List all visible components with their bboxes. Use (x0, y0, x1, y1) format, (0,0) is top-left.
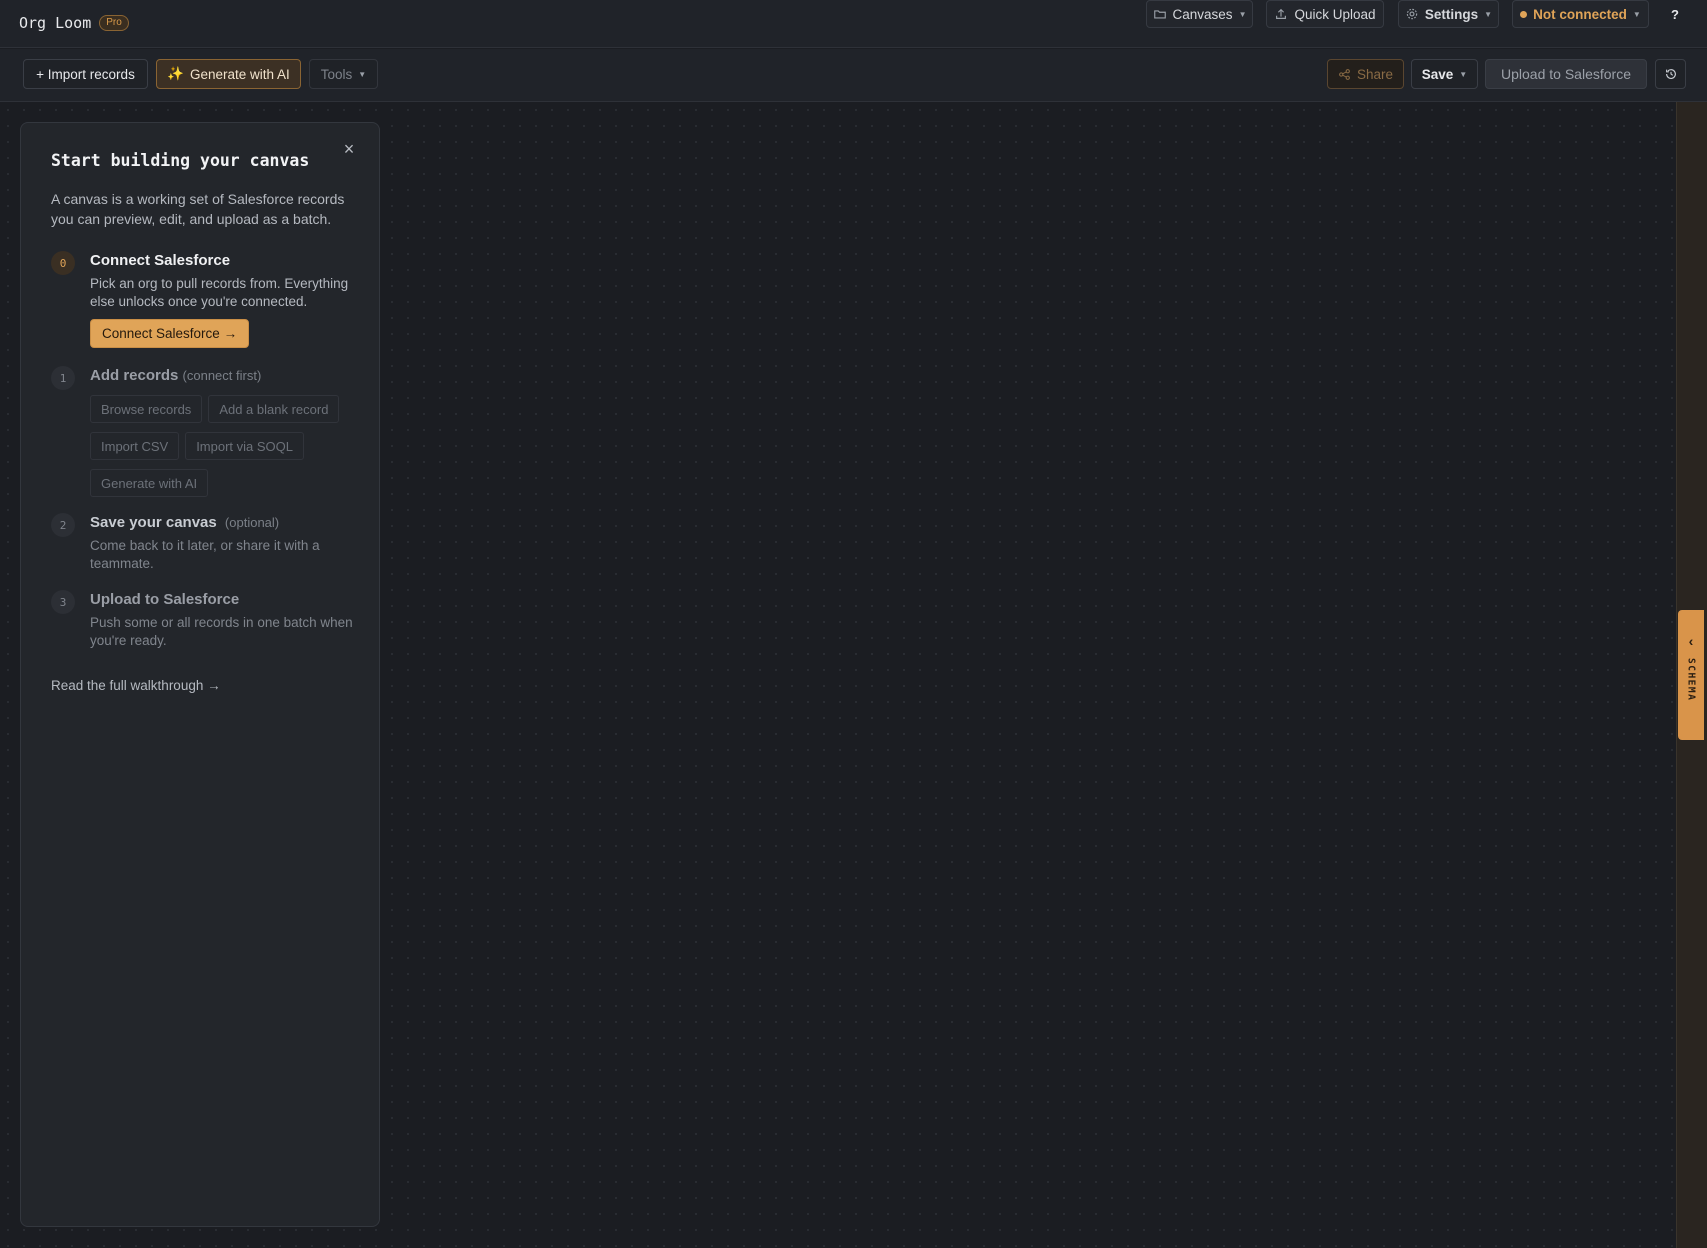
schema-label: SCHEMA (1685, 658, 1697, 702)
quick-upload-label: Quick Upload (1294, 6, 1376, 22)
brand-name: Org Loom (19, 14, 92, 32)
upload-icon (1276, 8, 1287, 19)
tools-dropdown[interactable]: Tools ▼ (309, 59, 378, 89)
panel-intro: A canvas is a working set of Salesforce … (51, 191, 345, 227)
step-title: Connect Salesforce (90, 252, 231, 269)
brand[interactable]: Org Loom Pro (19, 14, 129, 32)
connection-status-label: Not connected (1533, 6, 1627, 22)
step-description: Come back to it later, or share it with … (90, 538, 320, 571)
quick-upload-button[interactable]: Quick Upload (1266, 0, 1384, 28)
canvases-dropdown[interactable]: Canvases ▼ (1146, 0, 1253, 28)
history-icon (1665, 69, 1676, 79)
tools-label: Tools (320, 66, 353, 82)
step-description: Pick an org to pull records from. Everyt… (90, 276, 349, 309)
step-title: Upload to Salesforce (90, 591, 240, 608)
share-button[interactable]: Share (1327, 59, 1404, 89)
caret-down-icon: ▼ (1632, 9, 1641, 19)
action-toolbar: + Import records ✨ Generate with AI Tool… (0, 49, 1707, 102)
help-button[interactable]: ? (1664, 3, 1686, 25)
onboarding-panel: × Start building your canvas A canvas is… (20, 122, 380, 1227)
step-hint: (optional) (224, 515, 280, 530)
gear-icon (1406, 8, 1418, 20)
step-number: 3 (51, 590, 75, 614)
browse-records-button[interactable]: Browse records (90, 395, 203, 423)
generate-ai-button[interactable]: ✨ Generate with AI (156, 59, 301, 89)
step-number: 0 (51, 251, 75, 275)
caret-down-icon: ▼ (1238, 9, 1247, 19)
connection-status-dropdown[interactable]: Not connected ▼ (1512, 0, 1649, 28)
import-records-button[interactable]: + Import records (23, 59, 148, 89)
share-icon (1339, 68, 1350, 80)
upload-to-salesforce-button[interactable]: Upload to Salesforce (1485, 59, 1647, 89)
folder-icon (1153, 10, 1166, 19)
step-title: Save your canvas (90, 514, 217, 531)
step-hint: (connect first) (182, 368, 262, 383)
canvases-label: Canvases (1172, 6, 1233, 22)
connect-salesforce-button[interactable]: Connect Salesforce → (90, 319, 250, 348)
caret-down-icon: ▼ (1484, 9, 1493, 19)
step-number: 2 (51, 513, 75, 537)
panel-title: Start building your canvas (51, 151, 310, 170)
close-icon[interactable]: × (341, 139, 357, 159)
step-title-row: Save your canvas (optional) (90, 513, 360, 533)
caret-down-icon: ▼ (1459, 69, 1468, 79)
step-title-row: Add records (connect first) (90, 366, 360, 386)
import-soql-button[interactable]: Import via SOQL (185, 432, 304, 460)
settings-label: Settings (1424, 6, 1479, 22)
step-number: 1 (51, 366, 75, 390)
save-dropdown[interactable]: Save ▼ (1411, 59, 1478, 89)
walkthrough-link[interactable]: Read the full walkthrough → (51, 678, 221, 693)
upload-label: Upload to Salesforce (1501, 66, 1631, 82)
chevron-left-icon: ‹ (1688, 633, 1694, 649)
caret-down-icon: ▼ (358, 69, 367, 79)
generate-ai-chip-button[interactable]: Generate with AI (90, 469, 209, 497)
save-label: Save (1421, 66, 1454, 82)
history-button[interactable] (1655, 59, 1686, 89)
schema-toggle-tab[interactable]: ‹ SCHEMA (1678, 610, 1704, 740)
import-records-label: + Import records (36, 66, 135, 82)
top-bar: Org Loom Pro Canvases ▼ Quick Upload Set… (0, 0, 1707, 48)
share-label: Share (1356, 66, 1394, 82)
generate-ai-label: Generate with AI (190, 66, 290, 82)
step-description: Push some or all records in one batch wh… (90, 615, 353, 648)
pro-badge: Pro (99, 15, 129, 31)
settings-dropdown[interactable]: Settings ▼ (1398, 0, 1499, 28)
status-dot-icon (1520, 10, 1528, 18)
import-csv-button[interactable]: Import CSV (90, 432, 180, 460)
sparkle-icon: ✨ (167, 66, 184, 81)
add-blank-record-button[interactable]: Add a blank record (208, 395, 340, 423)
step-title: Add records (90, 367, 179, 384)
